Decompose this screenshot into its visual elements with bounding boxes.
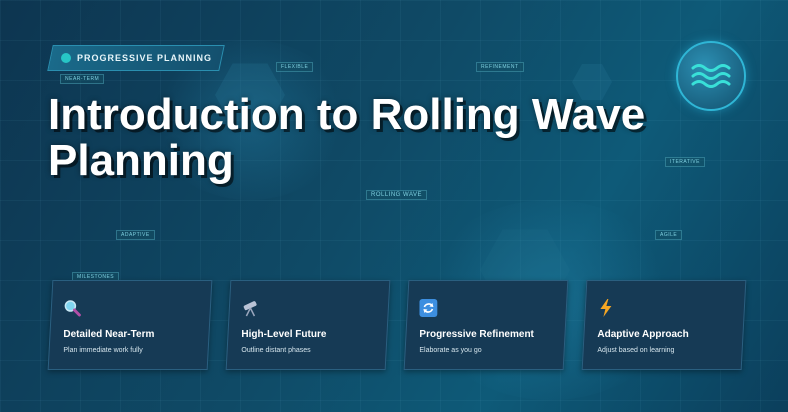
card-title: Adaptive Approach bbox=[597, 329, 689, 340]
feature-card-high-level-future: High-Level Future Outline distant phases bbox=[225, 280, 391, 370]
feature-card-detailed-near-term: Detailed Near-Term Plan immediate work f… bbox=[47, 280, 213, 370]
background-tag: Flexible bbox=[276, 62, 314, 72]
wave-icon bbox=[691, 64, 731, 88]
telescope-icon bbox=[243, 301, 257, 317]
feature-card-progressive-refinement: Progressive Refinement Elaborate as you … bbox=[403, 280, 569, 370]
card-description: Plan immediate work fully bbox=[63, 347, 143, 354]
background-tag: Rolling wave bbox=[366, 190, 428, 200]
badge-label: PROGRESSIVE PLANNING bbox=[77, 53, 213, 63]
background-tag: Agile bbox=[655, 230, 683, 240]
page-title: Introduction to Rolling Wave Planning bbox=[48, 92, 748, 184]
title-line-2: Planning bbox=[48, 136, 234, 185]
feature-card-adaptive-approach: Adaptive Approach Adjust based on learni… bbox=[581, 280, 747, 370]
lightning-icon bbox=[600, 299, 612, 317]
card-title: High-Level Future bbox=[241, 329, 327, 340]
background-tag: Adaptive bbox=[116, 230, 155, 240]
card-title: Detailed Near-Term bbox=[63, 329, 155, 340]
refresh-icon bbox=[419, 299, 438, 317]
card-description: Adjust based on learning bbox=[597, 347, 675, 354]
magnifier-icon bbox=[64, 300, 81, 317]
wave-logo bbox=[676, 41, 746, 111]
badge-dot-icon bbox=[61, 53, 71, 63]
card-description: Elaborate as you go bbox=[419, 347, 482, 354]
card-title: Progressive Refinement bbox=[419, 329, 534, 340]
section-badge: PROGRESSIVE PLANNING bbox=[47, 45, 225, 71]
title-line-1: Introduction to Rolling Wave bbox=[48, 90, 646, 139]
background-tag: Near-term bbox=[60, 74, 105, 84]
card-description: Outline distant phases bbox=[241, 347, 311, 354]
background-tag: Refinement bbox=[476, 62, 524, 72]
